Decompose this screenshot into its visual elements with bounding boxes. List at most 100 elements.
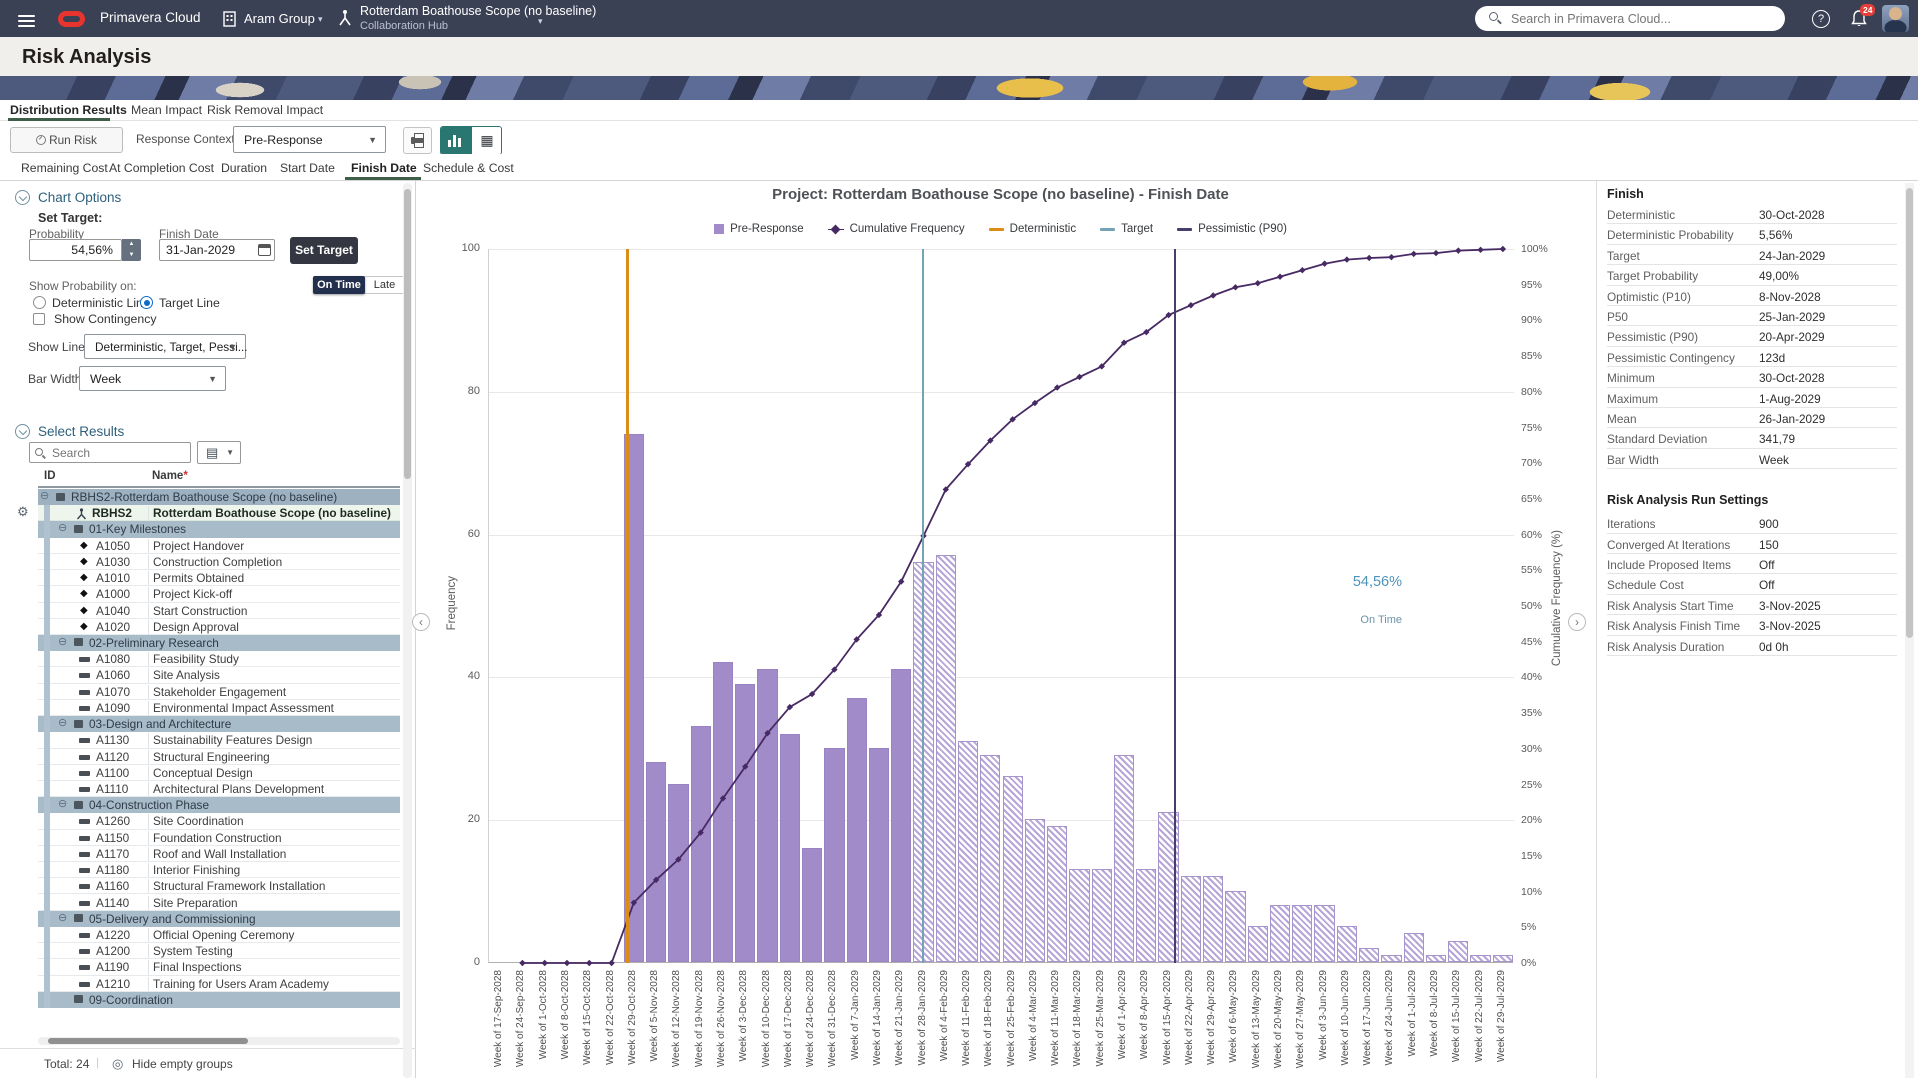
page-title: Risk Analysis	[22, 46, 151, 69]
tab-distribution-results[interactable]: Distribution Results	[10, 103, 127, 117]
step-down-icon[interactable]: ▼	[122, 250, 141, 261]
project-caret-icon[interactable]: ▾	[538, 16, 543, 27]
subtab-finish-date[interactable]: Finish Date	[351, 161, 417, 175]
show-lines-select[interactable]: Deterministic, Target, Pessi...▼	[84, 334, 246, 359]
tree-group-row[interactable]: ⊖02-Preliminary Research	[38, 635, 400, 651]
tree-row[interactable]: A1100Conceptual Design	[38, 765, 400, 781]
subtab-start-date[interactable]: Start Date	[280, 161, 335, 175]
view-options-button[interactable]: ▤▼	[197, 441, 241, 464]
hide-empty-groups-icon[interactable]: ◎	[112, 1056, 123, 1072]
tree-row[interactable]: A1160Structural Framework Installation	[38, 878, 400, 894]
column-name[interactable]: Name*	[152, 470, 188, 482]
response-context-select[interactable]: Pre-Response▼	[233, 126, 386, 153]
tree-row[interactable]: ◆A1040Start Construction	[38, 603, 400, 619]
show-contingency-label[interactable]: Show Contingency	[54, 312, 157, 326]
tree-row[interactable]: ◆A1050Project Handover	[38, 538, 400, 554]
late-toggle[interactable]: Late	[364, 276, 405, 294]
tree-group-row[interactable]: ⊖04-Construction Phase	[38, 797, 400, 813]
tree-row[interactable]: A1080Feasibility Study	[38, 651, 400, 667]
tree-group-row[interactable]: ⊖RBHS2-Rotterdam Boathouse Scope (no bas…	[38, 489, 400, 505]
subtab-at-completion-cost[interactable]: At Completion Cost	[109, 161, 214, 175]
tree-row[interactable]: A1210Training for Users Aram Academy	[38, 976, 400, 992]
org-caret-icon[interactable]: ▾	[318, 14, 323, 25]
org-selector[interactable]: Aram Group	[244, 11, 315, 26]
chart-options-header[interactable]: Chart Options	[38, 190, 121, 205]
gear-icon[interactable]: ⚙	[17, 504, 29, 520]
tree-row[interactable]: A1130Sustainability Features Design	[38, 732, 400, 748]
tree-group-row[interactable]: ⊖03-Design and Architecture	[38, 716, 400, 732]
tree-row[interactable]: A1220Official Opening Ceremony	[38, 927, 400, 943]
tree-row[interactable]: A1120Structural Engineering	[38, 749, 400, 765]
right-panel-scrollbar[interactable]	[1905, 183, 1914, 1078]
tree-row[interactable]: A1180Interior Finishing	[38, 862, 400, 878]
on-time-toggle[interactable]: On Time	[313, 276, 365, 294]
hide-empty-groups-button[interactable]: Hide empty groups	[132, 1057, 233, 1071]
collapse-icon[interactable]: ⊖	[58, 635, 67, 648]
collapse-icon[interactable]: ⊖	[58, 716, 67, 729]
target-line-radio[interactable]	[140, 296, 153, 309]
global-search[interactable]	[1475, 6, 1785, 31]
deterministic-line	[626, 249, 629, 963]
tree-row[interactable]: A1090Environmental Impact Assessment	[38, 700, 400, 716]
bar-width-select[interactable]: Week▼	[79, 366, 226, 391]
tree-row[interactable]: A1170Roof and Wall Installation	[38, 846, 400, 862]
task-icon	[79, 787, 90, 792]
x-axis-tick: Week of 20-May-2029	[1273, 970, 1284, 1068]
show-contingency-checkbox[interactable]	[33, 313, 45, 325]
tree-row[interactable]: ◆A1020Design Approval	[38, 619, 400, 635]
help-icon[interactable]: ?	[1812, 10, 1830, 28]
step-up-icon[interactable]: ▲	[122, 239, 141, 250]
table-view-button[interactable]: ▦	[472, 127, 502, 154]
chart-view-button[interactable]	[441, 127, 472, 154]
results-search-input[interactable]	[52, 443, 187, 462]
global-search-input[interactable]	[1511, 6, 1771, 31]
probability-input[interactable]	[29, 239, 122, 261]
tree-row[interactable]: A1200System Testing	[38, 943, 400, 959]
tree-row[interactable]: RBHS2Rotterdam Boathouse Scope (no basel…	[38, 505, 400, 521]
collapse-left-panel-button[interactable]: ‹	[412, 613, 430, 631]
tree-row[interactable]: A1260Site Coordination	[38, 813, 400, 829]
menu-icon[interactable]	[18, 12, 35, 30]
collapse-section-icon[interactable]	[15, 190, 30, 205]
tree-group-row[interactable]: ⊖01-Key Milestones	[38, 521, 400, 537]
tree-row[interactable]: ◆A1000Project Kick-off	[38, 586, 400, 602]
target-line-radio-label[interactable]: Target Line	[159, 296, 220, 310]
collapse-icon[interactable]: ⊖	[40, 489, 49, 502]
search-icon	[35, 448, 43, 456]
calendar-icon[interactable]	[258, 244, 271, 256]
tree-horizontal-scrollbar[interactable]	[38, 1037, 400, 1045]
tree-row[interactable]: A1060Site Analysis	[38, 667, 400, 683]
deterministic-line-radio-label[interactable]: Deterministic Line	[52, 296, 150, 310]
tree-row[interactable]: A1150Foundation Construction	[38, 830, 400, 846]
print-button[interactable]	[403, 127, 432, 154]
tab-mean-impact[interactable]: Mean Impact	[131, 103, 202, 117]
subtab-duration[interactable]: Duration	[221, 161, 267, 175]
subtab-schedule-cost[interactable]: Schedule & Cost	[423, 161, 514, 175]
select-results-header[interactable]: Select Results	[38, 424, 124, 439]
tab-risk-removal-impact[interactable]: Risk Removal Impact	[207, 103, 323, 117]
user-avatar[interactable]	[1882, 5, 1909, 32]
subtab-remaining-cost[interactable]: Remaining Cost	[21, 161, 108, 175]
collapse-icon[interactable]: ⊖	[58, 797, 67, 810]
tree-row[interactable]: ◆A1030Construction Completion	[38, 554, 400, 570]
tree-row[interactable]: A1110Architectural Plans Development	[38, 781, 400, 797]
collapse-icon[interactable]: ⊖	[58, 911, 67, 924]
tree-group-row[interactable]: 09-Coordination	[38, 992, 400, 1008]
collapse-right-panel-button[interactable]: ›	[1568, 613, 1586, 631]
column-id[interactable]: ID	[44, 470, 56, 482]
set-target-button[interactable]: Set Target	[290, 237, 358, 264]
run-risk-analysis-button[interactable]: Run Risk Analysis...	[10, 127, 123, 153]
tree-group-row[interactable]: ⊖05-Delivery and Commissioning	[38, 911, 400, 927]
tree-row[interactable]: A1140Site Preparation	[38, 895, 400, 911]
results-search[interactable]	[29, 442, 191, 463]
probability-stepper[interactable]: ▲▼	[122, 239, 141, 261]
tree-row[interactable]: A1190Final Inspections	[38, 959, 400, 975]
deterministic-line-radio[interactable]	[33, 296, 46, 309]
stat-row: Schedule CostOff	[1607, 574, 1897, 594]
collapse-section-icon[interactable]	[15, 424, 30, 439]
collapse-icon[interactable]: ⊖	[58, 521, 67, 534]
left-panel-scrollbar[interactable]	[403, 183, 412, 1078]
project-title[interactable]: Rotterdam Boathouse Scope (no baseline)	[360, 4, 596, 18]
tree-row[interactable]: A1070Stakeholder Engagement	[38, 684, 400, 700]
tree-row[interactable]: ◆A1010Permits Obtained	[38, 570, 400, 586]
